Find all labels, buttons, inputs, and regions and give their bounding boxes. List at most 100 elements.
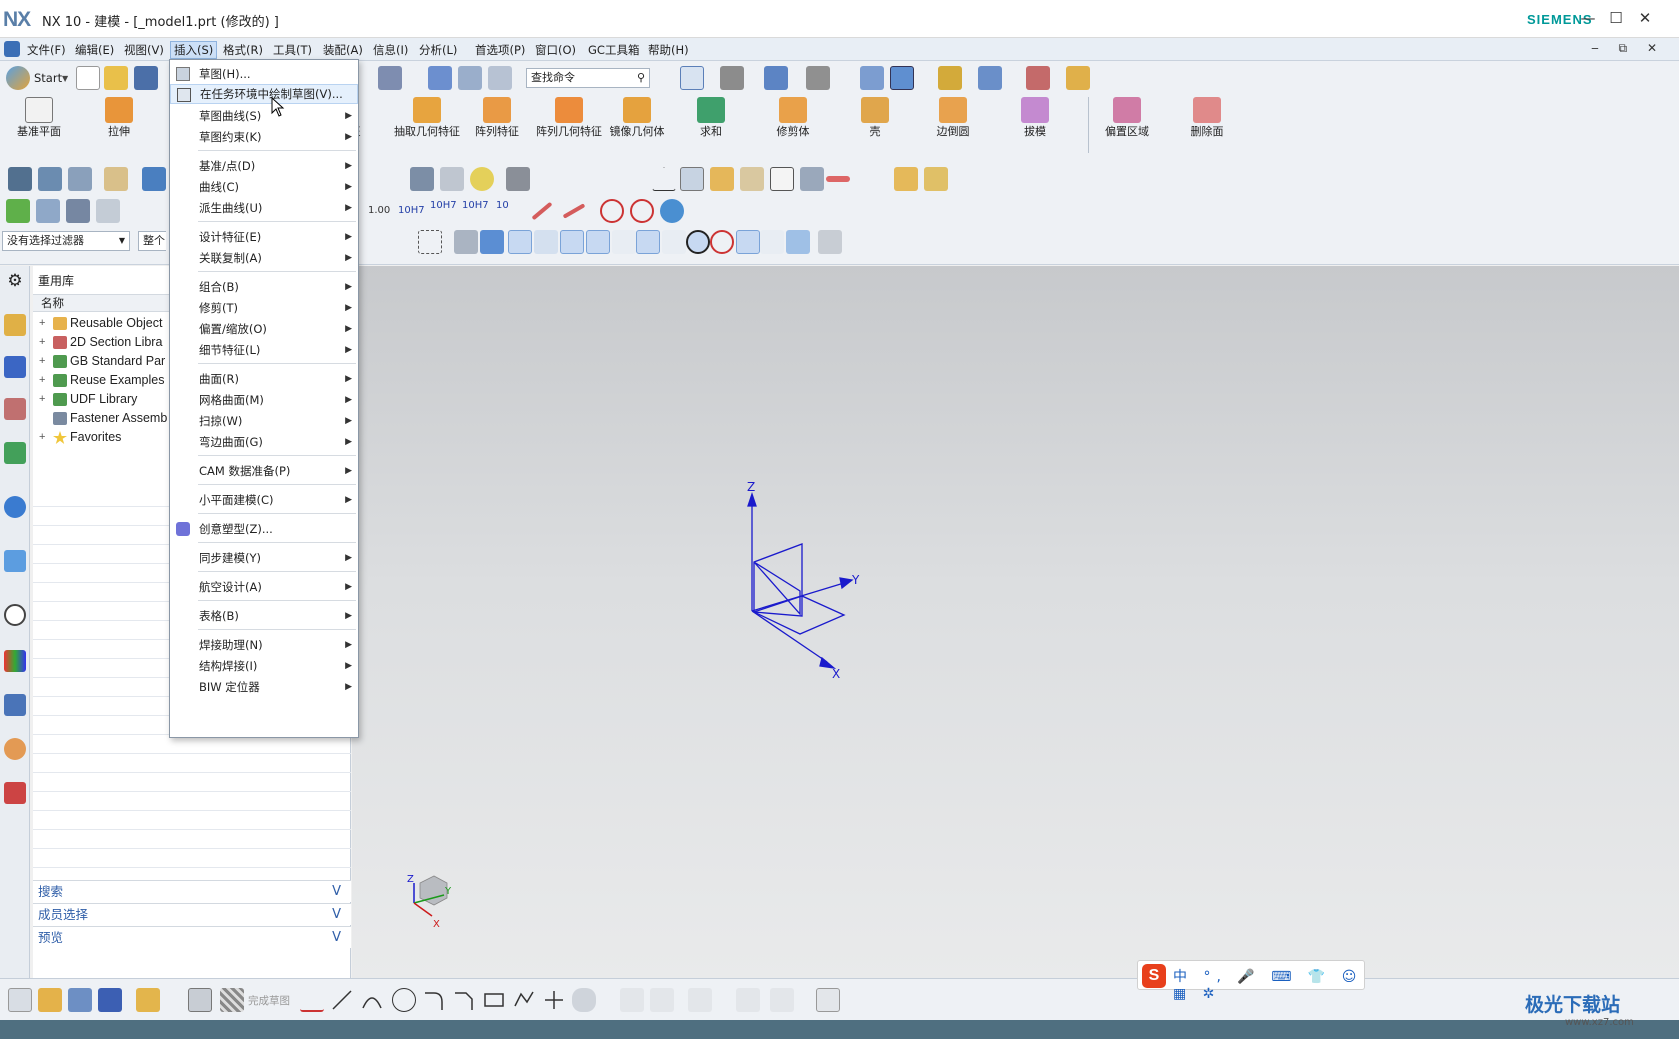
body-select-icon[interactable]: [454, 230, 478, 254]
edge-blend-button[interactable]: 边倒圆: [918, 93, 988, 157]
snap-center-icon[interactable]: [686, 230, 710, 254]
weld-icon[interactable]: [506, 167, 530, 191]
open-folder-icon[interactable]: [104, 66, 128, 90]
menu-insert[interactable]: 插入(S): [170, 41, 218, 59]
value-1-00[interactable]: 1.00: [368, 205, 390, 216]
add-component-icon[interactable]: [38, 988, 62, 1012]
expand-icon[interactable]: +: [39, 314, 45, 333]
assembly-navigator-icon[interactable]: [4, 314, 26, 336]
tolerance-10h7-c[interactable]: 10H7: [462, 200, 489, 211]
command-search-input[interactable]: 查找命令 ⚲: [526, 68, 650, 88]
show-hide-icon[interactable]: [978, 66, 1002, 90]
system-materials-icon[interactable]: [4, 650, 26, 672]
menu-detail-feature[interactable]: 细节特征(L) ▶: [170, 340, 358, 360]
menu-datum-point[interactable]: 基准/点(D) ▶: [170, 156, 358, 176]
history-clock-icon[interactable]: [4, 604, 26, 626]
copy-icon[interactable]: [488, 66, 512, 90]
system-scene-icon[interactable]: [4, 782, 26, 804]
minimize-button[interactable]: —: [1578, 8, 1598, 28]
menu-window[interactable]: 窗口(O): [532, 41, 579, 59]
app-menu-icon[interactable]: [4, 41, 20, 57]
mirror-geometry-button[interactable]: 镜像几何体: [602, 93, 672, 157]
diameter2-dim-icon[interactable]: [630, 199, 654, 223]
delete-face-button[interactable]: 删除面: [1172, 93, 1242, 157]
close-button[interactable]: ✕: [1635, 8, 1655, 28]
profile-icon[interactable]: [300, 988, 324, 1012]
line-icon[interactable]: [330, 988, 354, 1012]
menu-information[interactable]: 信息(I): [370, 41, 411, 59]
chamfer-icon[interactable]: [452, 988, 476, 1012]
layer-manager-icon[interactable]: [38, 167, 62, 191]
menu-curve[interactable]: 曲线(C) ▶: [170, 177, 358, 197]
background-icon[interactable]: [806, 66, 830, 90]
menu-synchronous-modeling[interactable]: 同步建模(Y) ▶: [170, 548, 358, 568]
tolerance-10h7-a[interactable]: 10H7: [398, 205, 425, 216]
draft-button[interactable]: 拔模: [1000, 93, 1070, 157]
menu-analysis[interactable]: 分析(L): [416, 41, 460, 59]
menu-combine[interactable]: 组合(B) ▶: [170, 277, 358, 297]
selection-icon[interactable]: [378, 66, 402, 90]
finish-sketch-label[interactable]: 完成草图: [248, 993, 290, 1008]
hd3d-tools-icon[interactable]: [4, 496, 26, 518]
constraint-icon[interactable]: [736, 988, 760, 1012]
menu-offset-scale[interactable]: 偏置/缩放(O) ▶: [170, 319, 358, 339]
menu-preferences[interactable]: 首选项(P): [472, 41, 528, 59]
snap-existing-point-icon[interactable]: [736, 230, 760, 254]
circle-icon[interactable]: [392, 988, 416, 1012]
expand-icon[interactable]: +: [39, 371, 45, 390]
quick-extend-icon[interactable]: [650, 988, 674, 1012]
snap-intersect-icon[interactable]: [662, 230, 686, 254]
point-icon[interactable]: [542, 988, 566, 1012]
note-icon[interactable]: [710, 167, 734, 191]
rect-select-icon[interactable]: [418, 230, 442, 254]
menu-derived-curve[interactable]: 派生曲线(U) ▶: [170, 198, 358, 218]
clip-view-icon[interactable]: [890, 66, 914, 90]
ime-toolbar[interactable]: S 中 °, 🎤 ⌨ 👕 ☺ ▦ ✲: [1137, 960, 1365, 1002]
web-browser-icon[interactable]: [4, 550, 26, 572]
snap-end-icon[interactable]: [560, 230, 584, 254]
snap-on-curve-icon[interactable]: [760, 230, 784, 254]
pattern-feature-button[interactable]: 阵列特征: [462, 93, 532, 157]
menu-format[interactable]: 格式(R): [220, 41, 266, 59]
assembly-constraint-icon[interactable]: [98, 988, 122, 1012]
save-icon[interactable]: [134, 66, 158, 90]
reuse-library-icon[interactable]: [4, 442, 26, 464]
layer-stack-icon[interactable]: [68, 167, 92, 191]
weight2-icon[interactable]: [924, 167, 948, 191]
rectangle-icon[interactable]: [482, 988, 506, 1012]
member-select-section[interactable]: 成员选择 V: [33, 903, 351, 925]
start-icon[interactable]: [6, 66, 30, 90]
menu-sketch-constraint[interactable]: 草图约束(K) ▶: [170, 127, 358, 147]
menu-view[interactable]: 视图(V): [121, 41, 167, 59]
menu-realize-shape[interactable]: 创意塑型(Z)...: [170, 519, 358, 539]
menu-edit[interactable]: 编辑(E): [72, 41, 117, 59]
menu-surface[interactable]: 曲面(R) ▶: [170, 369, 358, 389]
snap-view-icon[interactable]: [938, 66, 962, 90]
menu-sketch-curve[interactable]: 草图曲线(S) ▶: [170, 106, 358, 126]
menu-sweep[interactable]: 扫掠(W) ▶: [170, 411, 358, 431]
label-icon[interactable]: [770, 167, 794, 191]
chevron-down-icon[interactable]: V: [332, 881, 341, 902]
snap-quadrant-icon[interactable]: [710, 230, 734, 254]
polygon-icon[interactable]: [512, 988, 536, 1012]
section-view-icon[interactable]: [860, 66, 884, 90]
quick-trim-icon[interactable]: [620, 988, 644, 1012]
radius-dim-icon[interactable]: [562, 203, 586, 219]
sketch-plane-icon[interactable]: [8, 988, 32, 1012]
menu-sketch[interactable]: 草图(H)...: [170, 64, 358, 84]
sketch-icon[interactable]: [188, 988, 212, 1012]
menu-assembly[interactable]: 装配(A): [320, 41, 366, 59]
selection-scope-select[interactable]: 整个: [138, 231, 166, 251]
graphics-window[interactable]: Z Y X Z Y X: [352, 266, 1679, 978]
tolerance-10h7-b[interactable]: 10H7: [430, 200, 457, 211]
expand-icon[interactable]: +: [39, 428, 45, 447]
menu-associative-copy[interactable]: 关联复制(A) ▶: [170, 248, 358, 268]
solid-select-icon[interactable]: [480, 230, 504, 254]
fit-view-icon[interactable]: [680, 66, 704, 90]
offset-region-button[interactable]: 偏置区域: [1092, 93, 1162, 157]
datum-plane-button[interactable]: 基准平面: [4, 93, 74, 157]
menu-design-feature[interactable]: 设计特征(E) ▶: [170, 227, 358, 247]
dimension-tool-icon[interactable]: [816, 988, 840, 1012]
menu-help[interactable]: 帮助(H): [645, 41, 692, 59]
auto-constraint-icon[interactable]: [770, 988, 794, 1012]
